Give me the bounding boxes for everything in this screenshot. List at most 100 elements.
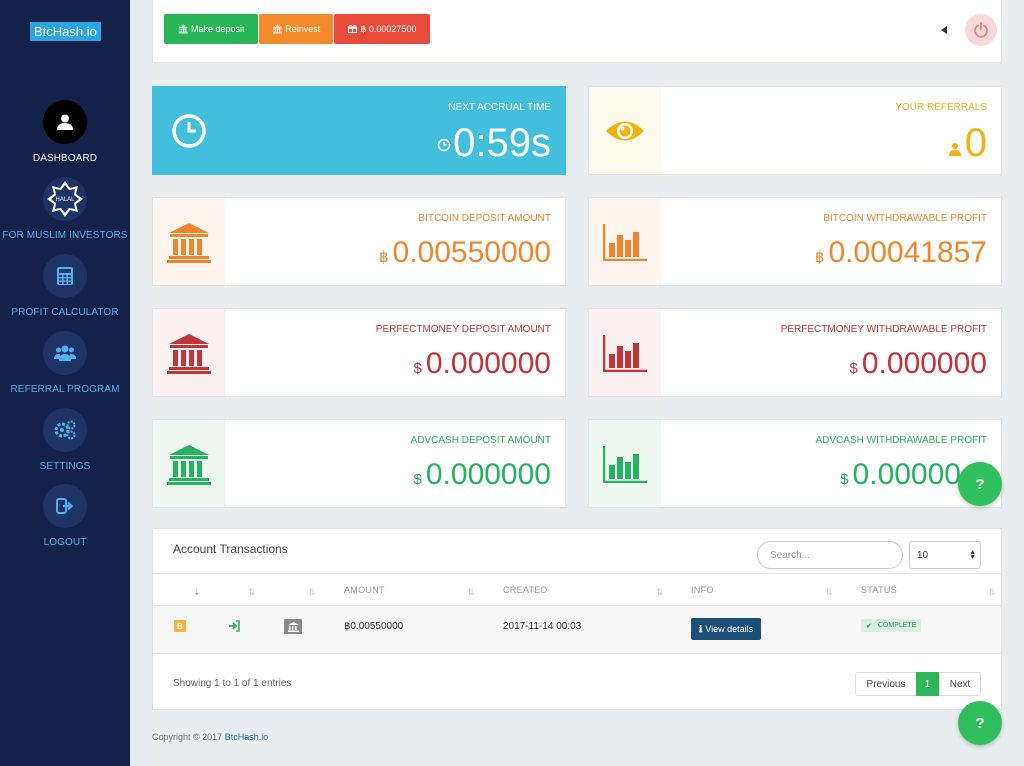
view-details-label: View details (705, 624, 754, 634)
view-details-button[interactable]: ℹ View details (691, 618, 761, 640)
perfectmoney-deposit-card: PERFECTMONEY DEPOSIT AMOUNT $0.000000 (152, 308, 566, 397)
sort-icon[interactable]: ⇣ (193, 587, 201, 598)
sort-icon[interactable]: ⇅ (308, 587, 316, 598)
pagination-previous[interactable]: Previous (855, 672, 917, 696)
currency-symbol: $ (413, 471, 422, 488)
card-title: ADVCASH DEPOSIT AMOUNT (410, 435, 551, 446)
bank-icon (153, 420, 225, 507)
help-button[interactable]: ? (958, 462, 1002, 506)
reinvest-label: Reinvest (285, 24, 321, 34)
gears-icon (43, 408, 87, 452)
currency-symbol: $ (849, 360, 858, 377)
sidebar-item-referral-program[interactable]: REFERRAL PROGRAM (0, 331, 130, 395)
pagination-next[interactable]: Next (939, 672, 981, 696)
brand-logo[interactable]: BtcHash.io (30, 22, 101, 41)
pagination-page-1[interactable]: 1 (916, 672, 939, 696)
account-transactions-panel: Account Transactions Search... 10 ▲ ▼ ⇣ ⇅… (152, 528, 1002, 710)
sidebar-item-label: PROFIT CALCULATOR (11, 307, 119, 318)
balance-button[interactable]: ฿ 0.00027500 (334, 14, 430, 44)
sidebar-item-settings[interactable]: SETTINGS (0, 408, 130, 472)
reinvest-button[interactable]: 🏛 Reinvest (259, 14, 333, 44)
help-button[interactable]: ? (958, 701, 1002, 745)
sidebar-item-label: DASHBOARD (32, 153, 98, 164)
gift-icon (347, 24, 357, 35)
currency-symbol: $ (840, 471, 849, 488)
column-header-amount[interactable]: AMOUNT (344, 585, 385, 595)
eye-icon (589, 87, 661, 174)
sort-icon[interactable]: ⇅ (825, 587, 833, 598)
sidebar-item-profit-calculator[interactable]: PROFIT CALCULATOR (0, 254, 130, 318)
sort-icon[interactable]: ⇅ (988, 587, 996, 598)
bar-chart-icon (589, 309, 661, 396)
halal-icon: HALAL (43, 177, 87, 221)
column-header-info[interactable]: INFO (691, 585, 714, 595)
amount-cell: ฿0.00550000 (344, 621, 404, 632)
sidebar-item-muslim-investors[interactable]: HALAL FOR MUSLIM INVESTORS (0, 177, 130, 241)
card-title: YOUR REFERRALS (895, 102, 987, 113)
advcash-profit-card: ADVCASH WITHDRAWABLE PROFIT $0.00000 (588, 419, 1002, 508)
referrals-card: YOUR REFERRALS 0 (588, 86, 1002, 175)
status-badge: ✔ COMPLETE (861, 619, 922, 632)
sort-icon[interactable]: ⇅ (656, 587, 664, 598)
sign-in-icon (228, 619, 240, 637)
bitcoin-icon: B (174, 620, 186, 632)
power-button[interactable] (965, 14, 997, 46)
card-value: $0.00000 (840, 458, 961, 492)
currency-symbol: ฿ (814, 249, 825, 266)
bitcoin-deposit-card: BITCOIN DEPOSIT AMOUNT ฿ 0.00550000 (152, 197, 566, 286)
entries-info: Showing 1 to 1 of 1 entries (173, 678, 292, 689)
sort-icon[interactable]: ⇅ (248, 587, 256, 598)
card-title: PERFECTMONEY WITHDRAWABLE PROFIT (780, 324, 987, 335)
info-icon: ℹ (698, 623, 703, 634)
created-cell: 2017-11-14 00:03 (503, 621, 582, 632)
card-title: ADVCASH WITHDRAWABLE PROFIT (815, 435, 988, 446)
make-deposit-button[interactable]: 🏛 Make deposit (164, 14, 258, 44)
page-size-value: 10 (917, 549, 929, 561)
copyright-text: Copyright © 2017 (152, 732, 223, 742)
accrual-time: 0:59s (453, 121, 551, 165)
sidebar-item-dashboard[interactable]: DASHBOARD (0, 100, 130, 164)
column-header-created[interactable]: CREATED (503, 585, 547, 595)
amount: 0.00000 (852, 458, 961, 491)
sort-icon[interactable]: ⇅ (467, 587, 475, 598)
amount: 0.000000 (425, 347, 551, 380)
bitcoin-profit-card: BITCOIN WITHDRAWABLE PROFIT ฿ 0.00041857 (588, 197, 1002, 286)
select-arrows-icon: ▲ ▼ (969, 549, 976, 561)
user-small-icon (948, 143, 961, 156)
amount: 0.000000 (861, 347, 987, 380)
collapse-arrow-icon[interactable] (941, 26, 947, 34)
bank-icon (153, 198, 225, 285)
search-input[interactable]: Search... (757, 541, 903, 569)
amount: 0.00041857 (828, 236, 988, 269)
card-value: $0.000000 (414, 458, 551, 492)
bar-chart-icon (589, 420, 661, 507)
bank-icon: 🏛 (177, 23, 189, 34)
footer-link[interactable]: BtcHash.io (225, 732, 269, 742)
sidebar-item-label: FOR MUSLIM INVESTORS (2, 230, 128, 241)
card-title: BITCOIN WITHDRAWABLE PROFIT (823, 213, 987, 224)
card-value: ฿ 0.00550000 (379, 236, 551, 270)
balance-label: ฿ 0.00027500 (360, 23, 417, 34)
bank-icon: 🏛 (271, 23, 284, 34)
bank-icon (153, 309, 225, 396)
column-header-status[interactable]: STATUS (861, 585, 897, 595)
card-title: NEXT ACCRUAL TIME (448, 102, 551, 113)
sidebar-item-logout[interactable]: LOGOUT (0, 484, 130, 548)
table-row: B ฿0.00550000 2017-11-14 00:03 ℹ View de… (153, 606, 1001, 654)
clock-small-icon (437, 139, 451, 152)
sidebar-item-label: SETTINGS (39, 461, 91, 472)
clock-icon (153, 87, 225, 174)
amount: 0.000000 (425, 458, 551, 491)
sidebar-item-label: LOGOUT (43, 537, 87, 548)
card-value: $0.000000 (414, 347, 551, 381)
card-title: PERFECTMONEY DEPOSIT AMOUNT (375, 324, 551, 335)
currency-symbol: $ (413, 360, 422, 377)
next-accrual-card: NEXT ACCRUAL TIME 0:59s (152, 86, 566, 175)
sidebar: BtcHash.io DASHBOARD HALAL FOR MUSLIM IN… (0, 0, 130, 766)
page-size-select[interactable]: 10 ▲ ▼ (909, 541, 981, 569)
panel-title: Account Transactions (173, 542, 288, 556)
footer: Copyright © 2017 BtcHash.io (152, 732, 268, 742)
users-icon (43, 331, 87, 375)
user-icon (43, 100, 87, 144)
halal-text: HALAL (55, 197, 75, 203)
